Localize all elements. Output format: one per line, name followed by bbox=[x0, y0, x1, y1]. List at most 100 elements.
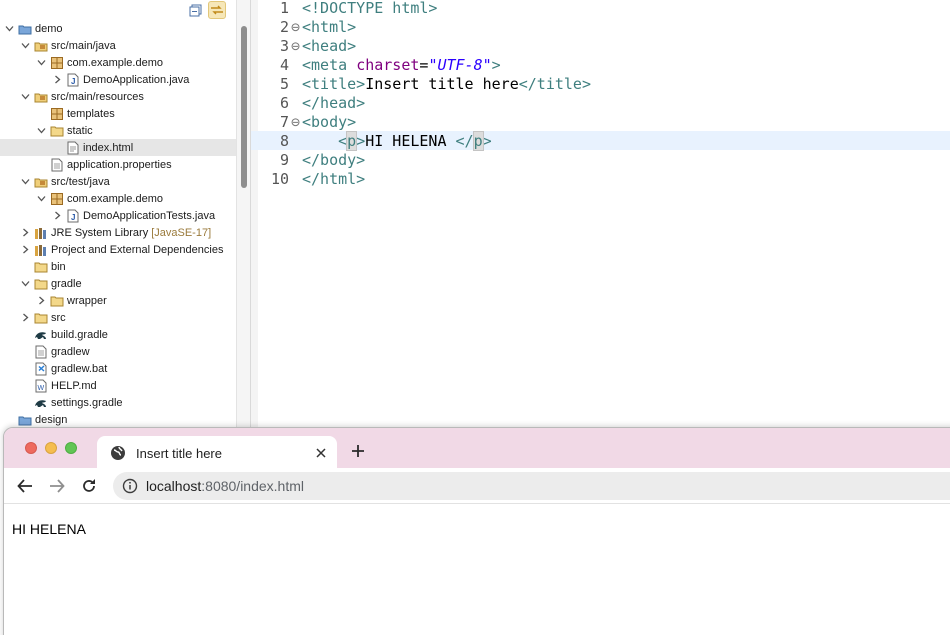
tree-item[interactable]: settings.gradle bbox=[0, 394, 236, 411]
code-line[interactable]: 2 ⊖ <html> bbox=[251, 17, 950, 36]
code-line[interactable]: 10 </html> bbox=[251, 169, 950, 188]
line-number: 6 bbox=[279, 93, 289, 112]
code-line-current[interactable]: 8 <p>HI HELENA </p> bbox=[251, 130, 950, 151]
code-line[interactable]: 6 </head> bbox=[251, 93, 950, 112]
collapse-all-icon[interactable] bbox=[186, 1, 204, 19]
tree-item[interactable]: bin bbox=[0, 258, 236, 275]
code-line[interactable]: 3 ⊖ <head> bbox=[251, 36, 950, 55]
window-close-button[interactable] bbox=[25, 442, 37, 454]
tree-item[interactable]: build.gradle bbox=[0, 326, 236, 343]
chevron-down-icon[interactable] bbox=[20, 92, 30, 102]
tree-item-label: HELP.md bbox=[51, 379, 97, 392]
line-number: 9 bbox=[279, 150, 289, 169]
tree-item[interactable]: src bbox=[0, 309, 236, 326]
line-number: 3 bbox=[279, 36, 289, 55]
chevron-right-icon[interactable] bbox=[36, 296, 46, 306]
code-line[interactable]: 1 <!DOCTYPE html> bbox=[251, 0, 950, 17]
tree-item[interactable]: gradle bbox=[0, 275, 236, 292]
chevron-right-icon[interactable] bbox=[52, 75, 62, 85]
fold-toggle-icon[interactable]: ⊖ bbox=[289, 113, 302, 131]
chevron-right-icon[interactable] bbox=[20, 313, 30, 323]
code-line[interactable]: 9 </body> bbox=[251, 150, 950, 169]
chevron-down-icon[interactable] bbox=[20, 279, 30, 289]
close-icon[interactable] bbox=[312, 444, 330, 462]
address-bar[interactable]: localhost:8080/index.html bbox=[113, 472, 950, 500]
forward-arrow-icon[interactable] bbox=[47, 476, 67, 496]
tree-item[interactable]: Project and External Dependencies bbox=[0, 241, 236, 258]
tree-item-label: Project and External Dependencies bbox=[51, 243, 224, 256]
code-attribute-value: "UTF-8" bbox=[428, 55, 492, 74]
tree-item[interactable]: JRE System Library [JavaSE-17] bbox=[0, 224, 236, 241]
tree-item-label: build.gradle bbox=[51, 328, 108, 341]
tree-item-label: gradlew.bat bbox=[51, 362, 108, 375]
tree-item[interactable]: demo bbox=[0, 20, 236, 37]
chevron-down-icon[interactable] bbox=[36, 126, 46, 136]
url-text: localhost:8080/index.html bbox=[146, 478, 304, 494]
code-text: Insert title here bbox=[365, 74, 519, 93]
code-attribute: charset bbox=[356, 55, 420, 74]
code-line[interactable]: 4 <meta charset="UTF-8"> bbox=[251, 55, 950, 74]
package-icon bbox=[50, 107, 64, 121]
fold-toggle-icon[interactable]: ⊖ bbox=[289, 18, 302, 36]
tree-item[interactable]: gradlew.bat bbox=[0, 360, 236, 377]
line-number: 1 bbox=[279, 0, 289, 17]
tree-item[interactable]: static bbox=[0, 122, 236, 139]
tree-item[interactable]: src/main/java bbox=[0, 37, 236, 54]
code-token: <body> bbox=[302, 112, 357, 131]
code-token: </head> bbox=[302, 93, 366, 112]
window-maximize-button[interactable] bbox=[65, 442, 77, 454]
tree-item-label: com.example.demo bbox=[67, 192, 163, 205]
code-token: <html> bbox=[302, 17, 357, 36]
tree-item[interactable]: design bbox=[0, 411, 236, 428]
tree-item[interactable]: templates bbox=[0, 105, 236, 122]
tab-title: Insert title here bbox=[136, 445, 222, 461]
tree-item[interactable]: src/test/java bbox=[0, 173, 236, 190]
site-info-icon[interactable] bbox=[122, 478, 138, 494]
back-arrow-icon[interactable] bbox=[15, 476, 35, 496]
chevron-down-icon[interactable] bbox=[20, 177, 30, 187]
tree-item[interactable]: src/main/resources bbox=[0, 88, 236, 105]
chevron-right-icon[interactable] bbox=[52, 211, 62, 221]
fold-toggle-icon[interactable]: ⊖ bbox=[289, 37, 302, 55]
reload-icon[interactable] bbox=[79, 476, 99, 496]
tree-item-label: com.example.demo bbox=[67, 56, 163, 69]
chevron-down-icon[interactable] bbox=[36, 58, 46, 68]
code-editor[interactable]: 1 <!DOCTYPE html> 2 ⊖ <html> 3 ⊖ <head> … bbox=[250, 0, 950, 428]
tree-item-label: design bbox=[35, 413, 68, 426]
code-token: > bbox=[356, 131, 366, 150]
window-minimize-button[interactable] bbox=[45, 442, 57, 454]
link-with-editor-icon[interactable] bbox=[208, 1, 226, 19]
new-tab-button[interactable] bbox=[348, 441, 368, 461]
chevron-down-icon[interactable] bbox=[4, 24, 14, 34]
tree-item[interactable]: gradlew bbox=[0, 343, 236, 360]
tree-item[interactable]: com.example.demo bbox=[0, 54, 236, 71]
code-token: <head> bbox=[302, 36, 357, 55]
tree-item[interactable]: index.html bbox=[0, 139, 236, 156]
code-line[interactable]: 5 <title>Insert title here</title> bbox=[251, 74, 950, 93]
tree-item[interactable]: com.example.demo bbox=[0, 190, 236, 207]
tree-item-label: src/main/java bbox=[51, 39, 116, 52]
chevron-right-icon[interactable] bbox=[20, 245, 30, 255]
browser-tab[interactable]: Insert title here bbox=[97, 436, 337, 470]
chevron-right-icon[interactable] bbox=[20, 228, 30, 238]
tree-item[interactable]: J DemoApplicationTests.java bbox=[0, 207, 236, 224]
tree-item[interactable]: wrapper bbox=[0, 292, 236, 309]
chevron-down-icon[interactable] bbox=[36, 194, 46, 204]
source-folder-icon bbox=[34, 175, 48, 189]
explorer-scrollbar[interactable] bbox=[236, 0, 250, 428]
chevron-down-icon[interactable] bbox=[20, 41, 30, 51]
explorer-scrollbar-thumb[interactable] bbox=[241, 26, 247, 188]
tree-item[interactable]: application.properties bbox=[0, 156, 236, 173]
browser-window: Insert title here localhost:8080/index.h… bbox=[3, 427, 950, 635]
tree-item[interactable]: J DemoApplication.java bbox=[0, 71, 236, 88]
code-token: </html> bbox=[302, 169, 366, 188]
line-number: 4 bbox=[279, 55, 289, 74]
tree-item[interactable]: W HELP.md bbox=[0, 377, 236, 394]
code-token: </title> bbox=[518, 74, 591, 93]
code-line[interactable]: 7 ⊖ <body> bbox=[251, 112, 950, 131]
line-number: 5 bbox=[279, 74, 289, 93]
